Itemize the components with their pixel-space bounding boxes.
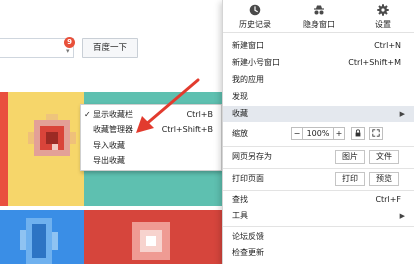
blurred-site-icon [128, 218, 174, 264]
menu-item-export-bookmarks[interactable]: 导出收藏 [81, 153, 221, 168]
checkmark-icon: ✓ [84, 110, 91, 119]
blurred-site-icon [28, 114, 76, 162]
chevron-down-icon[interactable]: ▾ [66, 47, 70, 55]
menu-item-new-small-window[interactable]: 新建小号窗口 Ctrl+Shift+M [223, 55, 414, 71]
menu-item-bookmarks[interactable]: 收藏 ▶ [223, 106, 414, 122]
history-button[interactable]: 历史记录 [223, 0, 287, 33]
submenu-arrow-icon: ▶ [399, 110, 405, 118]
search-input[interactable] [0, 38, 74, 58]
browser-main-menu: 历史记录 隐身窗口 设置 新建窗口 Ctrl+N 新建小号窗口 Ctrl+Shi… [222, 0, 414, 264]
menu-top-toolbar: 历史记录 隐身窗口 设置 [223, 0, 414, 33]
fullscreen-button[interactable] [369, 127, 383, 140]
menu-item-tools[interactable]: 工具 ▶ [223, 208, 414, 224]
menu-divider [223, 168, 414, 169]
clock-icon [249, 4, 261, 16]
settings-button[interactable]: 设置 [351, 0, 414, 33]
gear-icon [377, 4, 389, 16]
menu-item-my-apps[interactable]: 我的应用 [223, 72, 414, 88]
save-as-image-button[interactable]: 图片 [335, 150, 365, 164]
menu-item-import-bookmarks[interactable]: 导入收藏 [81, 138, 221, 153]
lock-icon [355, 129, 361, 137]
menu-divider [223, 190, 414, 191]
lock-zoom-button[interactable] [351, 127, 365, 140]
menu-divider [223, 226, 414, 227]
incognito-icon [314, 5, 324, 15]
fullscreen-icon [372, 129, 380, 137]
menu-item-new-window[interactable]: 新建窗口 Ctrl+N [223, 38, 414, 54]
zoom-in-button[interactable]: + [333, 127, 345, 140]
annotation-arrow-icon [136, 78, 200, 133]
save-as-file-button[interactable]: 文件 [369, 150, 399, 164]
search-submit-button[interactable]: 百度一下 [82, 38, 138, 58]
incognito-window-button[interactable]: 隐身窗口 [287, 0, 351, 33]
print-preview-button[interactable]: 预览 [369, 172, 399, 186]
menu-item-find[interactable]: 查找 Ctrl+F [223, 192, 414, 208]
zoom-level-value: 100% [303, 127, 333, 140]
menu-item-check-update[interactable]: 检查更新 [223, 245, 414, 261]
zoom-out-button[interactable]: − [291, 127, 303, 140]
submenu-arrow-icon: ▶ [399, 212, 405, 220]
blurred-site-icon [20, 218, 58, 264]
menu-item-forum-feedback[interactable]: 论坛反馈 [223, 229, 414, 245]
menu-item-discover[interactable]: 发现 [223, 89, 414, 105]
menu-divider [223, 146, 414, 147]
page-header-area [0, 0, 222, 40]
print-button[interactable]: 打印 [335, 172, 365, 186]
speed-dial-tile[interactable] [0, 92, 8, 206]
